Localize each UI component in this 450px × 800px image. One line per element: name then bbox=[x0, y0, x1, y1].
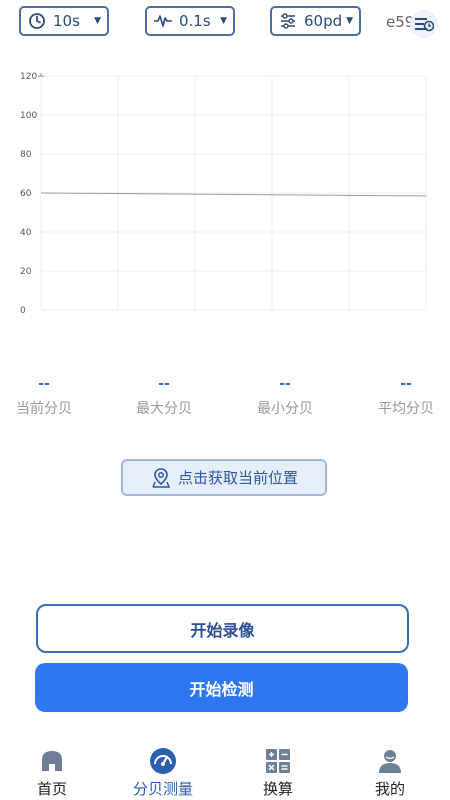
get-location-label: 点击获取当前位置 bbox=[177, 469, 298, 487]
start-recording-label: 开始录像 bbox=[190, 620, 255, 640]
stat-current-db: -- 当前分贝 bbox=[0, 376, 94, 418]
nav-label: 换算 bbox=[262, 780, 293, 798]
decibel-chart: 0 20 40 60 80 100 120+ bbox=[0, 60, 450, 330]
nav-label: 分贝测量 bbox=[132, 780, 193, 798]
stat-value: -- bbox=[400, 376, 412, 392]
nav-item-decibel-meter[interactable]: 分贝测量 bbox=[118, 742, 208, 800]
stat-value: -- bbox=[38, 376, 50, 392]
chevron-down-icon: ▼ bbox=[346, 16, 353, 26]
chevron-down-icon: ▼ bbox=[220, 16, 227, 26]
stat-max-db: -- 最大分贝 bbox=[114, 376, 214, 418]
equalizer-badge-icon[interactable] bbox=[410, 10, 438, 38]
clock-icon bbox=[27, 11, 47, 31]
map-pin-icon bbox=[150, 467, 172, 489]
calibration-select[interactable]: 60pd ▼ bbox=[270, 6, 361, 36]
user-icon bbox=[375, 746, 405, 776]
duration-value: 10s bbox=[53, 12, 80, 30]
y-tick-label: 0 bbox=[20, 306, 26, 316]
y-tick-label: 20 bbox=[20, 267, 32, 277]
start-recording-button[interactable]: 开始录像 bbox=[36, 604, 409, 653]
nav-label: 首页 bbox=[36, 780, 67, 798]
nav-item-convert[interactable]: 换算 bbox=[233, 742, 323, 800]
bottom-nav: 首页 分贝测量 换算 我的 bbox=[0, 742, 450, 800]
start-detection-label: 开始检测 bbox=[189, 679, 254, 699]
y-tick-label: 40 bbox=[20, 228, 32, 238]
stat-label: 最小分贝 bbox=[257, 401, 313, 417]
home-icon bbox=[37, 746, 67, 776]
start-detection-button[interactable]: 开始检测 bbox=[35, 663, 408, 712]
get-location-button[interactable]: 点击获取当前位置 bbox=[121, 459, 327, 496]
decibel-chart-svg: 020406080100120+ bbox=[20, 72, 427, 316]
sliders-icon bbox=[278, 11, 298, 31]
chevron-down-icon: ▼ bbox=[94, 16, 101, 26]
calibration-value: 60pd bbox=[304, 12, 343, 30]
stat-min-db: -- 最小分贝 bbox=[235, 376, 335, 418]
stat-label: 最大分贝 bbox=[136, 401, 192, 417]
stat-label: 平均分贝 bbox=[378, 401, 434, 417]
nav-item-home[interactable]: 首页 bbox=[7, 742, 97, 800]
decibel-meter-screen: 10s ▼ 0.1s ▼ 60pd ▼ e59 0 20 40 60 80 100 120+… bbox=[0, 0, 450, 800]
stat-label: 当前分贝 bbox=[16, 401, 72, 417]
y-tick-label: 100 bbox=[20, 111, 37, 121]
calculator-icon bbox=[263, 746, 293, 776]
gauge-icon bbox=[148, 746, 178, 776]
nav-label: 我的 bbox=[374, 780, 405, 798]
interval-select[interactable]: 0.1s ▼ bbox=[145, 6, 235, 36]
stat-value: -- bbox=[279, 376, 291, 392]
nav-item-mine[interactable]: 我的 bbox=[345, 742, 435, 800]
interval-value: 0.1s bbox=[179, 12, 211, 30]
y-tick-label: 60 bbox=[20, 189, 32, 199]
stat-value: -- bbox=[158, 376, 170, 392]
duration-select[interactable]: 10s ▼ bbox=[19, 6, 109, 36]
y-tick-label: 80 bbox=[20, 150, 32, 160]
stat-avg-db: -- 平均分贝 bbox=[356, 376, 450, 418]
waveform-icon bbox=[153, 11, 173, 31]
